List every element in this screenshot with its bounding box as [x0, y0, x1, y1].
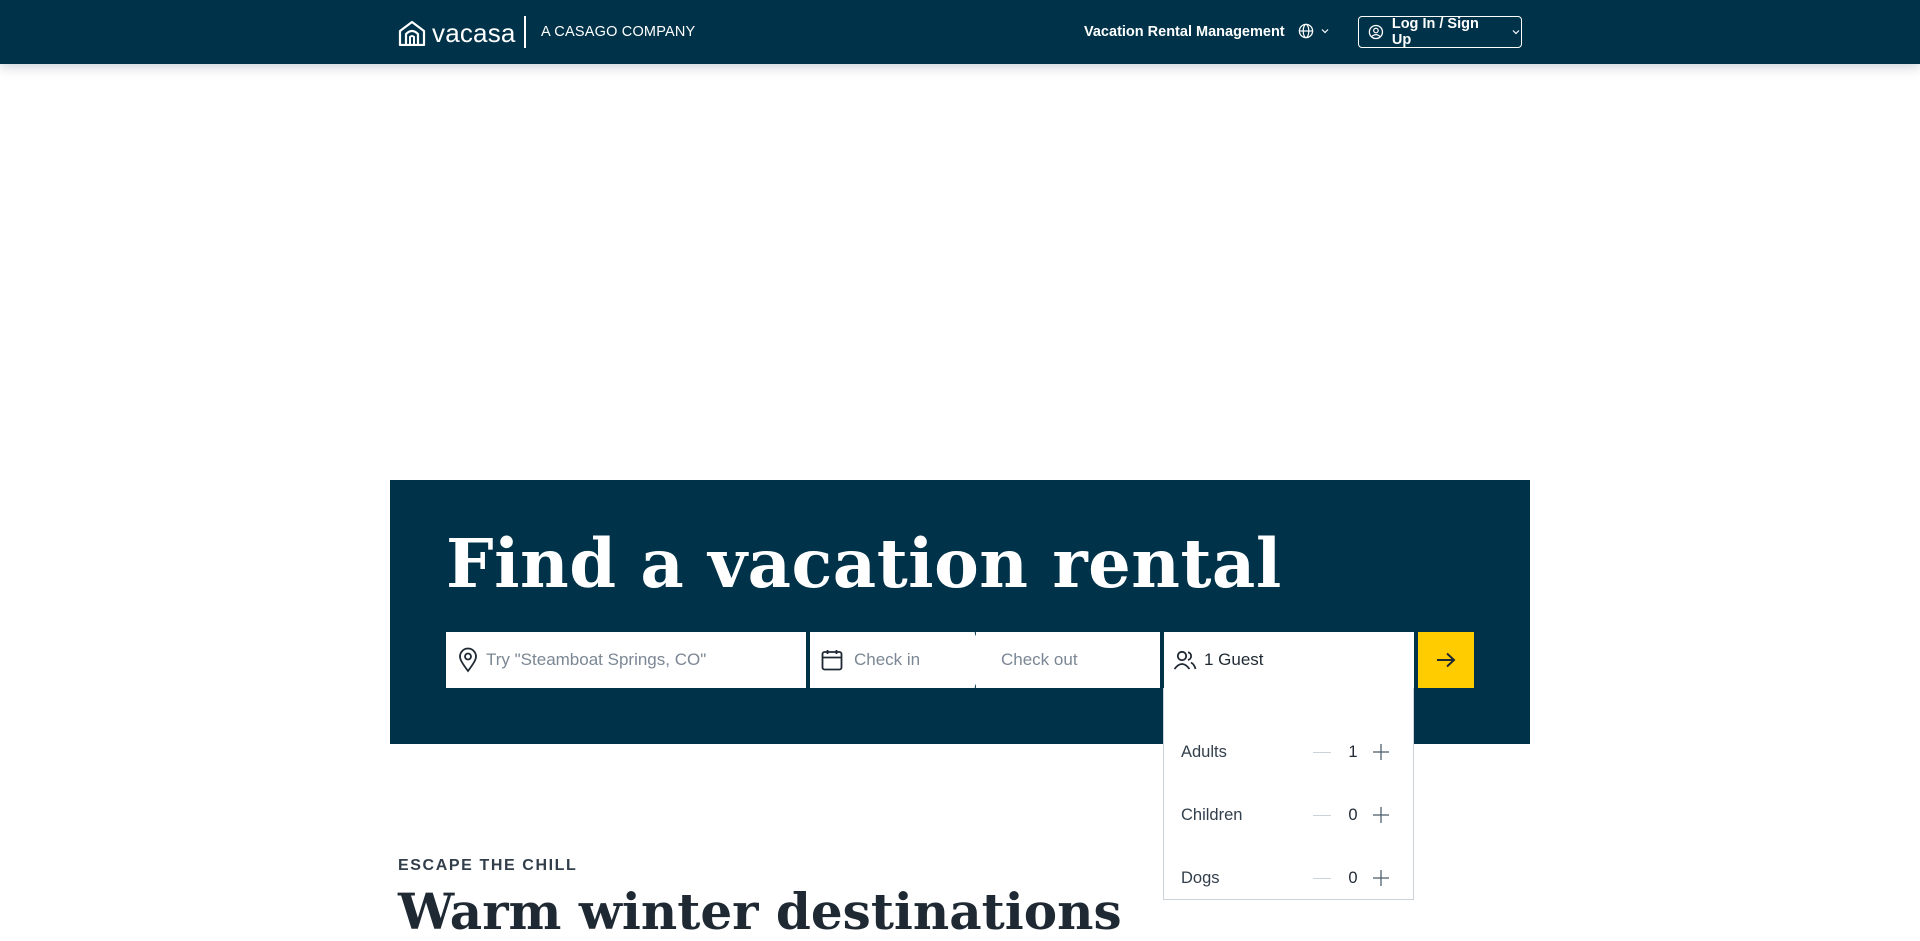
- logo-divider: [524, 16, 526, 48]
- guest-row-label: Children: [1181, 805, 1243, 824]
- arrow-right-icon: [1437, 652, 1456, 668]
- vacation-rental-management-link[interactable]: Vacation Rental Management: [1084, 24, 1285, 40]
- guest-row-dogs: Dogs 0: [1181, 863, 1396, 893]
- users-icon: [1173, 650, 1197, 670]
- increment-dogs-button[interactable]: [1371, 868, 1391, 888]
- adults-count: 1: [1348, 742, 1358, 761]
- logo-wordmark: vacasa: [432, 17, 516, 48]
- check-out-field[interactable]: Check out: [976, 632, 1160, 688]
- check-in-field[interactable]: Check in: [810, 632, 976, 688]
- house-logo-icon: [398, 20, 426, 46]
- login-label: Log In / Sign Up: [1391, 16, 1479, 48]
- guests-value: 1 Guest: [1204, 650, 1264, 669]
- guest-row-children: Children 0: [1181, 800, 1396, 830]
- language-selector[interactable]: [1298, 23, 1330, 39]
- location-placeholder: Try "Steamboat Springs, CO": [486, 650, 707, 669]
- chevron-down-icon: [1321, 29, 1329, 34]
- guest-row-label: Dogs: [1181, 868, 1220, 887]
- search-submit-button[interactable]: [1418, 632, 1474, 688]
- calendar-icon: [821, 650, 843, 671]
- decrement-adults-button[interactable]: [1313, 751, 1331, 753]
- hero-title: Find a vacation rental: [446, 524, 1282, 603]
- increment-children-button[interactable]: [1371, 805, 1391, 825]
- guests-selector[interactable]: 1 Guest: [1164, 632, 1414, 688]
- children-count: 0: [1348, 805, 1358, 824]
- map-pin-icon: [459, 647, 477, 673]
- section-heading: Warm winter destinations: [398, 882, 1122, 941]
- tagline: A CASAGO COMPANY: [541, 24, 696, 40]
- globe-icon: [1298, 23, 1314, 39]
- guest-row-label: Adults: [1181, 742, 1227, 761]
- chevron-down-icon: [1512, 30, 1520, 35]
- section-eyebrow: ESCAPE THE CHILL: [398, 857, 578, 874]
- guest-row-adults: Adults 1: [1181, 737, 1396, 767]
- check-in-placeholder: Check in: [854, 650, 921, 669]
- site-header: vacasa A CASAGO COMPANY Vacation Rental …: [0, 0, 1920, 64]
- guest-picker-dropdown: Adults 1 Children 0 Dogs 0: [1163, 688, 1414, 900]
- check-out-placeholder: Check out: [1001, 650, 1078, 669]
- dogs-count: 0: [1348, 868, 1358, 887]
- increment-adults-button[interactable]: [1371, 742, 1391, 762]
- login-signup-button[interactable]: Log In / Sign Up: [1358, 16, 1522, 48]
- decrement-children-button[interactable]: [1313, 814, 1331, 816]
- vacasa-logo[interactable]: vacasa: [398, 18, 516, 48]
- location-input[interactable]: Try "Steamboat Springs, CO": [446, 632, 806, 688]
- user-circle-icon: [1368, 24, 1384, 40]
- decrement-dogs-button[interactable]: [1313, 877, 1331, 879]
